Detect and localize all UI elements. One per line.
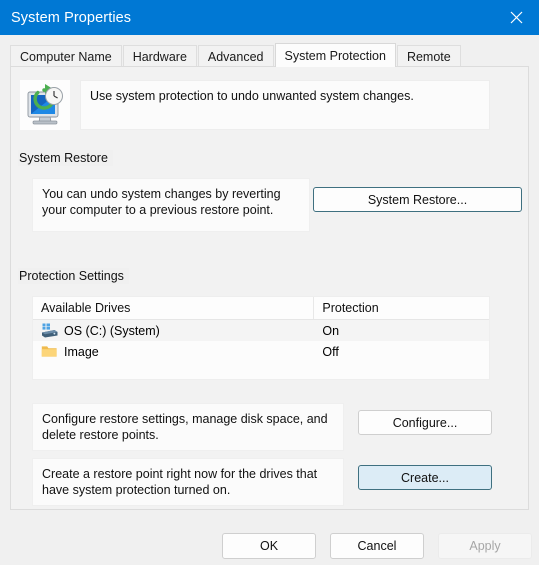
tab-label: System Protection	[284, 49, 386, 63]
close-button[interactable]	[493, 0, 539, 35]
column-header-available-drives[interactable]: Available Drives	[33, 297, 315, 319]
close-icon	[510, 11, 523, 24]
create-button[interactable]: Create...	[358, 465, 492, 490]
ok-button-label: OK	[259, 539, 279, 553]
tab-advanced[interactable]: Advanced	[197, 45, 274, 67]
system-restore-button-label: System Restore...	[367, 192, 468, 207]
create-button-label: Create...	[401, 470, 449, 485]
cancel-button[interactable]: Cancel	[330, 533, 424, 559]
title-bar: System Properties	[0, 0, 539, 35]
tab-label: Remote	[406, 50, 451, 64]
intro-description-box: Use system protection to undo unwanted s…	[80, 80, 490, 130]
ok-button[interactable]: OK	[222, 533, 316, 559]
drive-protection-cell: Off	[322, 344, 339, 359]
tab-strip: Computer Name Hardware Advanced System P…	[10, 43, 529, 67]
drive-name-cell: OS (C:) (System)	[33, 323, 314, 338]
window-title: System Properties	[11, 9, 132, 26]
column-header-protection[interactable]: Protection	[314, 297, 489, 319]
available-drives-list[interactable]: Available Drives Protection OS (C:) (Sys…	[32, 296, 490, 380]
create-restore-point-description: Create a restore point right now for the…	[32, 458, 344, 506]
folder-icon	[41, 344, 58, 359]
tab-system-protection[interactable]: System Protection	[274, 43, 396, 67]
drives-list-header: Available Drives Protection	[33, 297, 489, 320]
system-restore-description: You can undo system changes by reverting…	[32, 178, 310, 232]
tab-remote[interactable]: Remote	[396, 45, 461, 67]
tab-label: Hardware	[132, 50, 187, 64]
intro-description-text: Use system protection to undo unwanted s…	[90, 89, 414, 103]
dialog-footer: OK Cancel Apply	[0, 518, 539, 565]
tab-label: Computer Name	[20, 50, 112, 64]
tab-hardware[interactable]: Hardware	[122, 45, 197, 67]
apply-button-label: Apply	[469, 539, 501, 553]
drive-name-label: Image	[64, 344, 99, 359]
drive-name-cell: Image	[33, 344, 314, 359]
apply-button: Apply	[438, 533, 532, 559]
cancel-button-label: Cancel	[357, 539, 397, 553]
protection-settings-group-label: Protection Settings	[18, 268, 129, 284]
system-restore-group-label: System Restore	[18, 150, 113, 166]
table-row[interactable]: OS (C:) (System) On	[33, 320, 489, 341]
configure-button[interactable]: Configure...	[358, 410, 492, 435]
system-protection-icon	[20, 80, 70, 130]
drive-name-label: OS (C:) (System)	[64, 323, 160, 338]
drive-protection-cell: On	[322, 323, 340, 338]
system-restore-button[interactable]: System Restore...	[313, 187, 522, 212]
tab-computer-name[interactable]: Computer Name	[10, 45, 122, 67]
configure-button-label: Configure...	[392, 415, 458, 430]
table-row[interactable]: Image Off	[33, 341, 489, 362]
configure-description: Configure restore settings, manage disk …	[32, 403, 344, 451]
hard-drive-icon	[41, 323, 58, 338]
tab-label: Advanced	[207, 50, 264, 64]
